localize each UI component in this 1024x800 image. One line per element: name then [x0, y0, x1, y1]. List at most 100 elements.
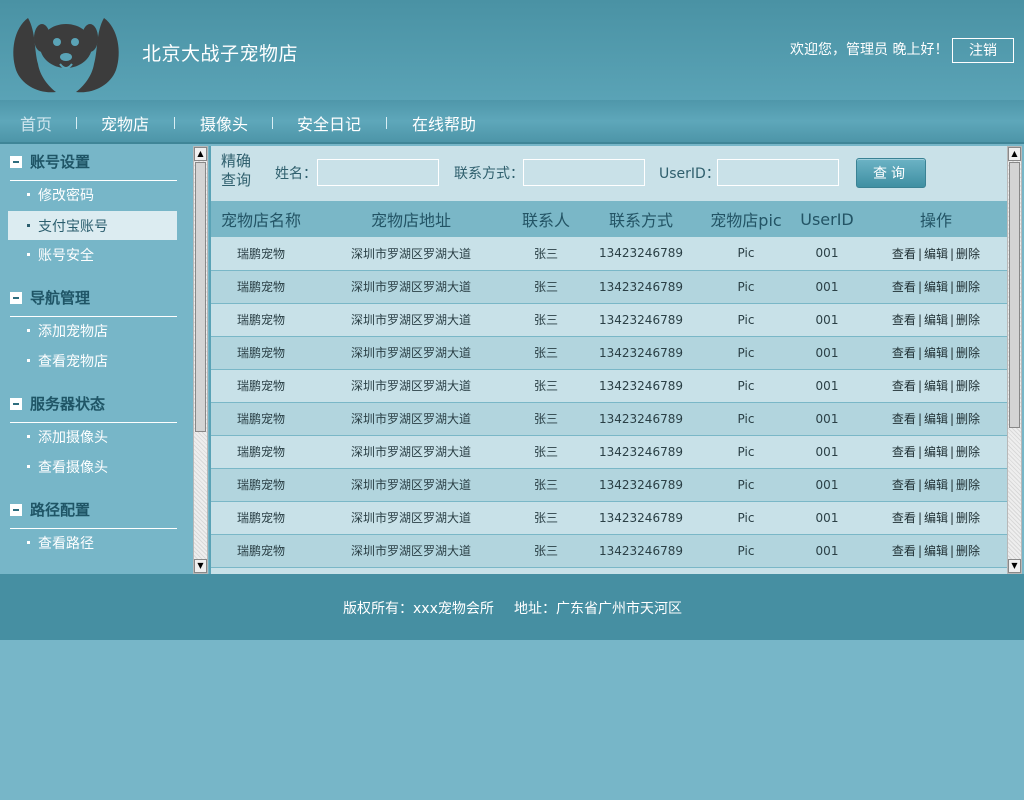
minus-square-icon [10, 292, 22, 304]
sidebar-item-label: 查看摄像头 [38, 460, 108, 476]
minus-square-icon [10, 504, 22, 516]
bullet-icon [27, 253, 30, 256]
sidebar-item-view-petshop[interactable]: 查看宠物店 [8, 346, 177, 375]
scrollbar-thumb[interactable] [1009, 162, 1020, 428]
table-row: 瑞鹏宠物深圳市罗湖区罗湖大道张三13423246789Pic001查看|编辑|删… [211, 237, 1007, 271]
delete-link[interactable]: 删除 [956, 511, 980, 525]
minus-square-icon [10, 156, 22, 168]
view-link[interactable]: 查看 [892, 544, 916, 558]
sidebar-group-server-status[interactable]: 服务器状态 [10, 393, 177, 417]
petshop-name-cell: 瑞鹏宠物 [211, 501, 311, 535]
sidebar-item-view-path[interactable]: 查看路径 [8, 528, 177, 557]
main-scrollbar[interactable]: ▲ ▼ [1007, 146, 1022, 574]
contact-input[interactable] [523, 159, 645, 186]
view-link[interactable]: 查看 [892, 280, 916, 294]
phone-cell: 13423246789 [581, 303, 701, 337]
action-separator: | [950, 280, 955, 294]
sidebar-group-account[interactable]: 账号设置 [10, 151, 177, 175]
nav-item-camera[interactable]: 摄像头 [200, 111, 248, 135]
delete-link[interactable]: 删除 [956, 313, 980, 327]
action-separator: | [917, 511, 922, 525]
action-separator: | [917, 412, 922, 426]
view-link[interactable]: 查看 [892, 313, 916, 327]
sidebar-item-add-camera[interactable]: 添加摄像头 [8, 422, 177, 451]
name-input[interactable] [317, 159, 439, 186]
contact-person-cell: 张三 [511, 369, 581, 403]
delete-link[interactable]: 删除 [956, 412, 980, 426]
phone-cell: 13423246789 [581, 534, 701, 568]
actions-cell: 查看|编辑|删除 [863, 237, 1007, 271]
edit-link[interactable]: 编辑 [924, 412, 948, 426]
view-link[interactable]: 查看 [892, 247, 916, 261]
actions-cell: 查看|编辑|删除 [863, 468, 1007, 502]
edit-link[interactable]: 编辑 [924, 247, 948, 261]
table-row: 瑞鹏宠物深圳市罗湖区罗湖大道张三13423246789Pic001查看|编辑|删… [211, 336, 1007, 370]
header: 北京大战子宠物店 欢迎您，管理员 晚上好！ 注销 [0, 0, 1024, 100]
sidebar-item-add-petshop[interactable]: 添加宠物店 [8, 316, 177, 345]
action-separator: | [917, 478, 922, 492]
delete-link[interactable]: 删除 [956, 478, 980, 492]
nav-item-home[interactable]: 首页 [20, 111, 52, 135]
nav-item-help[interactable]: 在线帮助 [412, 111, 476, 135]
column-header: 宠物店地址 [370, 211, 451, 230]
action-separator: | [917, 246, 922, 261]
pic-cell: Pic [701, 402, 791, 436]
scroll-down-arrow-icon[interactable]: ▼ [194, 559, 207, 573]
phone-cell: 13423246789 [581, 270, 701, 304]
view-link[interactable]: 查看 [892, 445, 916, 459]
pic-cell: Pic [701, 336, 791, 370]
action-separator: | [950, 478, 955, 492]
sidebar-item-label: 支付宝账号 [38, 219, 108, 235]
userid-input[interactable] [717, 159, 839, 186]
userid-cell: 001 [791, 237, 863, 271]
table-row: 瑞鹏宠物深圳市罗湖区罗湖大道张三13423246789Pic001查看|编辑|删… [211, 468, 1007, 502]
column-header: 宠物店名称 [220, 211, 301, 230]
sidebar-item-change-password[interactable]: 修改密码 [8, 180, 177, 209]
nav-item-petshop[interactable]: 宠物店 [101, 111, 149, 135]
bullet-icon [27, 329, 30, 332]
delete-link[interactable]: 删除 [956, 247, 980, 261]
edit-link[interactable]: 编辑 [924, 280, 948, 294]
scroll-up-arrow-icon[interactable]: ▲ [194, 147, 207, 161]
delete-link[interactable]: 删除 [956, 280, 980, 294]
sidebar-scrollbar[interactable]: ▲ ▼ [193, 146, 208, 574]
scrollbar-thumb[interactable] [195, 162, 206, 432]
actions-cell: 查看|编辑|删除 [863, 435, 1007, 469]
edit-link[interactable]: 编辑 [924, 511, 948, 525]
column-header: 联系人 [521, 211, 570, 230]
scroll-down-arrow-icon[interactable]: ▼ [1008, 559, 1021, 573]
actions-cell: 查看|编辑|删除 [863, 369, 1007, 403]
bullet-icon [27, 541, 30, 544]
view-link[interactable]: 查看 [892, 511, 916, 525]
delete-link[interactable]: 删除 [956, 346, 980, 360]
edit-link[interactable]: 编辑 [924, 544, 948, 558]
sidebar-group-title: 账号设置 [30, 153, 91, 171]
sidebar-item-view-camera[interactable]: 查看摄像头 [8, 452, 177, 481]
edit-link[interactable]: 编辑 [924, 379, 948, 393]
sidebar-item-label: 查看宠物店 [38, 354, 108, 370]
nav-item-safety-log[interactable]: 安全日记 [297, 111, 361, 135]
edit-link[interactable]: 编辑 [924, 346, 948, 360]
edit-link[interactable]: 编辑 [924, 478, 948, 492]
view-link[interactable]: 查看 [892, 478, 916, 492]
view-link[interactable]: 查看 [892, 379, 916, 393]
sidebar-item-account-security[interactable]: 账号安全 [8, 240, 177, 269]
edit-link[interactable]: 编辑 [924, 313, 948, 327]
table-body: 瑞鹏宠物 深圳市罗湖区罗湖大道 张三 13423246789 Pic 001 查看 | 编辑 | 删… [211, 237, 1007, 574]
sidebar-group-path-config[interactable]: 路径配置 [10, 499, 177, 523]
sidebar-item-alipay-account[interactable]: 支付宝账号 [8, 211, 177, 240]
sidebar-item-label: 添加宠物店 [38, 324, 108, 340]
site-title: 北京大战子宠物店 [142, 43, 299, 65]
delete-link[interactable]: 删除 [956, 379, 980, 393]
sidebar-group-nav-management[interactable]: 导航管理 [10, 287, 177, 311]
pic-cell: Pic [701, 534, 791, 568]
logout-button[interactable]: 注销 [952, 38, 1014, 63]
edit-link[interactable]: 编辑 [924, 445, 948, 459]
search-button[interactable]: 查询 [856, 158, 926, 188]
delete-link[interactable]: 删除 [956, 445, 980, 459]
view-link[interactable]: 查看 [892, 412, 916, 426]
scroll-up-arrow-icon[interactable]: ▲ [1008, 147, 1021, 161]
view-link[interactable]: 查看 [892, 346, 916, 360]
actions-cell: 查看|编辑|删除 [863, 567, 1007, 574]
delete-link[interactable]: 删除 [956, 544, 980, 558]
